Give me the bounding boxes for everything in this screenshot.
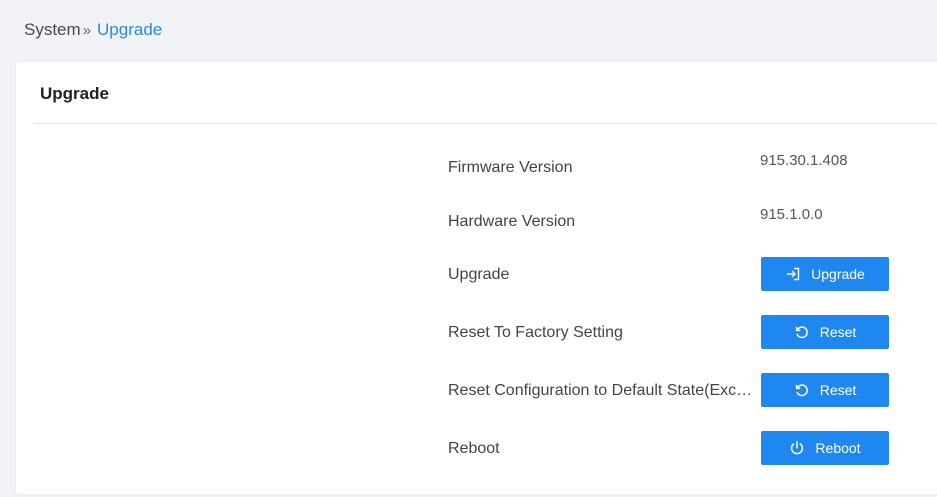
- factory-reset-row: Reset To Factory Setting Reset: [448, 315, 937, 351]
- panel-title: Upgrade: [40, 84, 109, 103]
- hardware-version-label: Hardware Version: [448, 213, 576, 230]
- hardware-version-value: 915.1.0.0: [760, 206, 823, 223]
- reboot-button[interactable]: Reboot: [761, 431, 889, 465]
- factory-reset-label: Reset To Factory Setting: [448, 324, 623, 341]
- config-reset-label: Reset Configuration to Default State(Exc…: [448, 382, 760, 399]
- power-icon: [789, 440, 805, 456]
- reset-icon: [794, 382, 810, 398]
- hardware-version-row: Hardware Version 915.1.0.0: [448, 204, 937, 240]
- breadcrumb-system[interactable]: System: [24, 20, 81, 40]
- firmware-version-row: Firmware Version 915.30.1.408: [448, 150, 937, 186]
- reset-icon: [794, 324, 810, 340]
- upgrade-button[interactable]: Upgrade: [761, 257, 889, 291]
- firmware-version-label: Firmware Version: [448, 159, 573, 176]
- upgrade-row: Upgrade Upgrade: [448, 257, 937, 293]
- firmware-version-value: 915.30.1.408: [760, 152, 848, 169]
- reboot-button-label: Reboot: [815, 440, 861, 456]
- panel-divider: [34, 123, 937, 124]
- factory-reset-button[interactable]: Reset: [761, 315, 889, 349]
- upgrade-panel: Upgrade Firmware Version 915.30.1.408 Ha…: [16, 62, 937, 494]
- config-reset-row: Reset Configuration to Default State(Exc…: [448, 373, 937, 409]
- factory-reset-button-label: Reset: [819, 324, 857, 340]
- import-icon: [785, 266, 801, 282]
- config-reset-button[interactable]: Reset: [761, 373, 889, 407]
- upgrade-label: Upgrade: [448, 266, 510, 283]
- reboot-label: Reboot: [448, 440, 500, 457]
- config-reset-button-label: Reset: [819, 382, 857, 398]
- breadcrumb: System » Upgrade: [24, 20, 162, 40]
- breadcrumb-upgrade[interactable]: Upgrade: [97, 20, 162, 40]
- breadcrumb-separator: »: [82, 21, 92, 39]
- reboot-row: Reboot Reboot: [448, 431, 937, 467]
- upgrade-button-label: Upgrade: [811, 266, 865, 282]
